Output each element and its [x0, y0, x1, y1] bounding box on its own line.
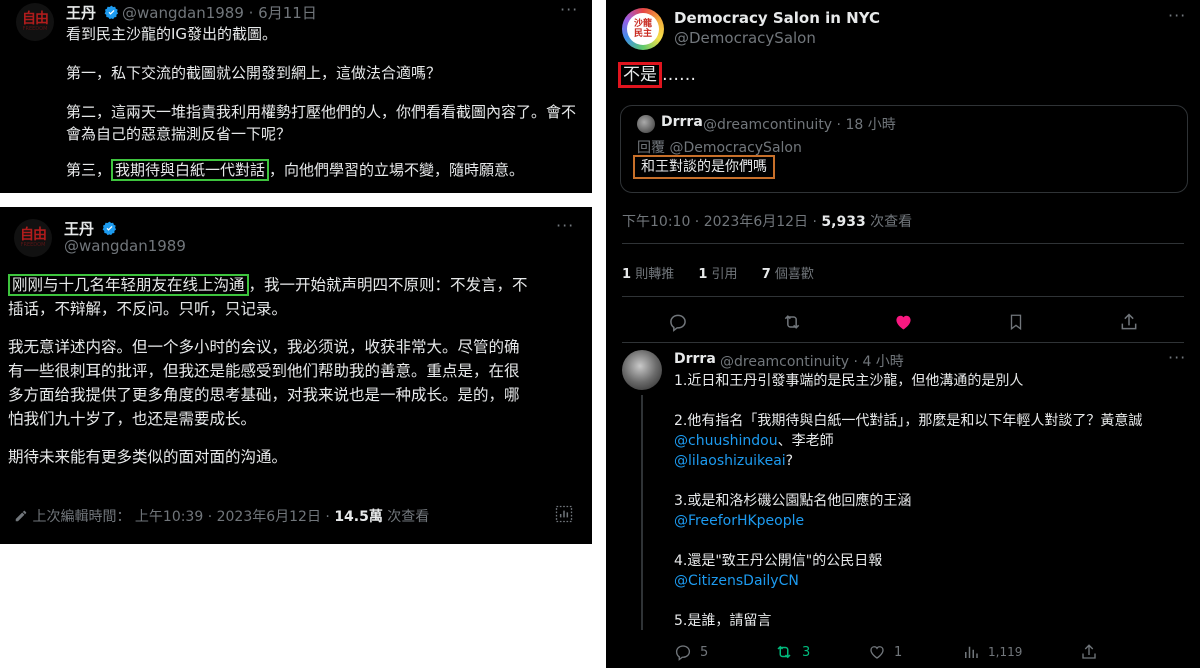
reply-line: 4.還是"致王丹公開信"的公民日報	[674, 553, 883, 569]
tweet-line: 期待未来能有更多类似的面对面的沟通。	[8, 448, 288, 466]
tweet-line: 多方面给我提供了更多角度的思考基础，对我来说也是一种成长。是的，哪	[8, 386, 520, 404]
edit-icon	[15, 510, 27, 522]
highlight-box: 刚刚与十几名年轻朋友在线上沟通	[8, 274, 249, 296]
reply-line: 3.或是和洛杉磯公園點名他回應的王涵	[674, 493, 912, 509]
highlight-box: 不是	[618, 62, 662, 88]
view-count: 5,933	[821, 214, 866, 230]
avatar[interactable]: 自由 FREEDOM	[16, 3, 54, 41]
views-button[interactable]: 1,119	[962, 643, 1022, 661]
tweet-line: 插话，不辩解，不反问。只听，只记录。	[8, 300, 288, 318]
avatar[interactable]	[622, 350, 662, 390]
tweet-line: 我无意详述内容。但一个多小时的会议，我必须说，收获非常大。尽管的确	[8, 338, 520, 356]
tweet-meta: 下午10:10 · 2023年6月12日 · 5,933 次查看	[622, 211, 912, 231]
highlight-box: 我期待與白紙一代對話	[111, 159, 270, 181]
tweet-body: 不是……	[618, 62, 696, 88]
divider	[622, 342, 1184, 343]
avatar[interactable]: 沙龍 民主	[622, 8, 664, 50]
reply-line: 5.是誰，請留言	[674, 613, 772, 629]
tweet-stats: 1 則轉推 1 引用 7 個喜歡	[622, 263, 814, 282]
verified-icon	[102, 221, 117, 236]
quoted-tweet[interactable]: Drrra @dreamcontinuity · 18 小時 回覆 @Democ…	[620, 105, 1188, 193]
reply-handle-time[interactable]: @dreamcontinuity · 4 小時	[720, 351, 904, 371]
like-button[interactable]: 1	[868, 643, 902, 661]
timestamp[interactable]: 下午10:10 · 2023年6月12日 ·	[622, 214, 821, 230]
views-label: 次查看	[382, 509, 430, 525]
tweet-panel-3: 沙龍 民主 Democracy Salon in NYC @DemocracySa…	[606, 0, 1200, 668]
retweet-stat[interactable]: 1 則轉推	[622, 267, 674, 282]
avatar[interactable]: 自由 FREEDOM	[14, 219, 52, 257]
views-label: 次查看	[865, 214, 913, 230]
retweet-button[interactable]: 3	[774, 643, 810, 661]
verified-icon	[104, 5, 119, 20]
mention-link[interactable]: @FreeforHKpeople	[674, 511, 1192, 531]
author-name[interactable]: 王丹	[66, 2, 119, 23]
reply-icon[interactable]	[668, 312, 688, 332]
edited-label[interactable]: 上次編輯時間：	[32, 509, 130, 525]
share-icon[interactable]	[1119, 312, 1139, 332]
like-icon	[870, 646, 884, 659]
view-count: 1,119	[988, 645, 1023, 659]
avatar	[637, 115, 655, 133]
like-count: 1	[894, 644, 903, 660]
tweet-meta: 上次編輯時間： 上午10:39 · 2023年6月12日 · 14.5萬 次查看	[14, 506, 429, 526]
reply-line: @lilaoshizuikeai?	[674, 453, 794, 469]
tweet-line: 有一些很刺耳的批评，但我还是能感受到他们帮助我的善意。重点是，在很	[8, 362, 520, 380]
reply-line: @chuushindou、李老師	[674, 433, 834, 449]
reply-icon	[675, 645, 691, 661]
mention-link[interactable]: @lilaoshizuikeai	[674, 453, 786, 469]
more-options-icon[interactable]: ···	[1168, 6, 1186, 25]
author-name[interactable]: 王丹	[64, 218, 117, 239]
reply-line: 2.他有指名「我期待與白紙一代對話」，那麼是和以下年輕人對談了？黃意誠	[674, 413, 1143, 429]
author-handle[interactable]: @DemocracySalon	[674, 29, 816, 47]
highlight-box: 和王對談的是你們嗎	[633, 155, 775, 179]
retweet-icon	[777, 645, 791, 659]
more-options-icon[interactable]: ···	[556, 216, 574, 235]
more-options-icon[interactable]: ···	[1168, 348, 1186, 367]
quote-reply-to: 回覆 @DemocracySalon	[637, 140, 802, 156]
share-icon[interactable]	[1080, 643, 1098, 661]
tweet-line: 看到民主沙龍的IG發出的截圖。	[66, 25, 278, 43]
view-count: 14.5萬	[334, 509, 383, 525]
reply-count: 5	[700, 644, 709, 660]
bookmark-icon[interactable]	[1007, 312, 1025, 332]
divider	[622, 296, 1184, 297]
retweet-icon[interactable]	[781, 312, 803, 332]
quote-author-name: Drrra	[661, 114, 703, 130]
thread-line	[641, 395, 643, 630]
tweet-line: 第二，這兩天一堆指責我利用權勢打壓他們的人，你們看看截圖內容了。會不	[66, 103, 577, 121]
author-handle[interactable]: @wangdan1989	[64, 237, 186, 255]
tweet-line: 會為自己的惡意揣測反省一下呢？	[66, 125, 292, 143]
tweet-line: 第三， 我期待與白紙一代對話 ，向他們學習的立場不變，隨時願意。	[66, 159, 525, 181]
quote-handle-time: @dreamcontinuity · 18 小時	[703, 117, 896, 133]
tweet-body: 看到民主沙龍的IG發出的截圖。 第一，私下交流的截圖就公開發到網上，這做法合適嗎…	[66, 23, 586, 181]
tweet-line: 怕我们九十岁了，也还是需要成长。	[8, 410, 257, 428]
tweet-panel-2: 自由 FREEDOM 王丹 @wangdan1989 ··· 刚刚与十几名年轻朋友…	[0, 207, 592, 544]
author-handle-date[interactable]: @wangdan1989 · 6月11日	[122, 2, 317, 23]
quote-stat[interactable]: 1 引用	[698, 267, 737, 282]
reply-body: 1.近日和王丹引發事端的是民主沙龍，但他溝通的是別人 2.他有指名「我期待與白紙…	[674, 371, 1192, 631]
author-name[interactable]: Democracy Salon in NYC	[674, 9, 880, 27]
analytics-icon[interactable]	[554, 504, 574, 524]
mention-link[interactable]: @chuushindou	[674, 433, 778, 449]
like-icon-filled[interactable]	[893, 312, 914, 332]
divider	[622, 243, 1184, 244]
reply-button[interactable]: 5	[674, 643, 708, 661]
tweet-line: 刚刚与十几名年轻朋友在线上沟通 ，我一开始就声明四不原则：不发言，不	[8, 273, 586, 297]
reply-author-name[interactable]: Drrra	[674, 351, 716, 367]
timestamp[interactable]: 上午10:39 · 2023年6月12日 ·	[135, 509, 334, 525]
retweet-count: 3	[802, 644, 811, 660]
mention-link[interactable]: @CitizensDailyCN	[674, 571, 1192, 591]
tweet-body: 刚刚与十几名年轻朋友在线上沟通 ，我一开始就声明四不原则：不发言，不 插话，不辩解…	[8, 273, 586, 469]
reply-line: 1.近日和王丹引發事端的是民主沙龍，但他溝通的是別人	[674, 373, 1024, 389]
tweet-line: 第一，私下交流的截圖就公開發到網上，這做法合適嗎？	[66, 64, 442, 82]
tweet-panel-1: 自由 FREEDOM 王丹 @wangdan1989 · 6月11日 ··· 看到…	[0, 0, 592, 193]
more-options-icon[interactable]: ···	[560, 0, 578, 19]
like-stat[interactable]: 7 個喜歡	[762, 267, 814, 282]
analytics-icon	[965, 646, 978, 658]
